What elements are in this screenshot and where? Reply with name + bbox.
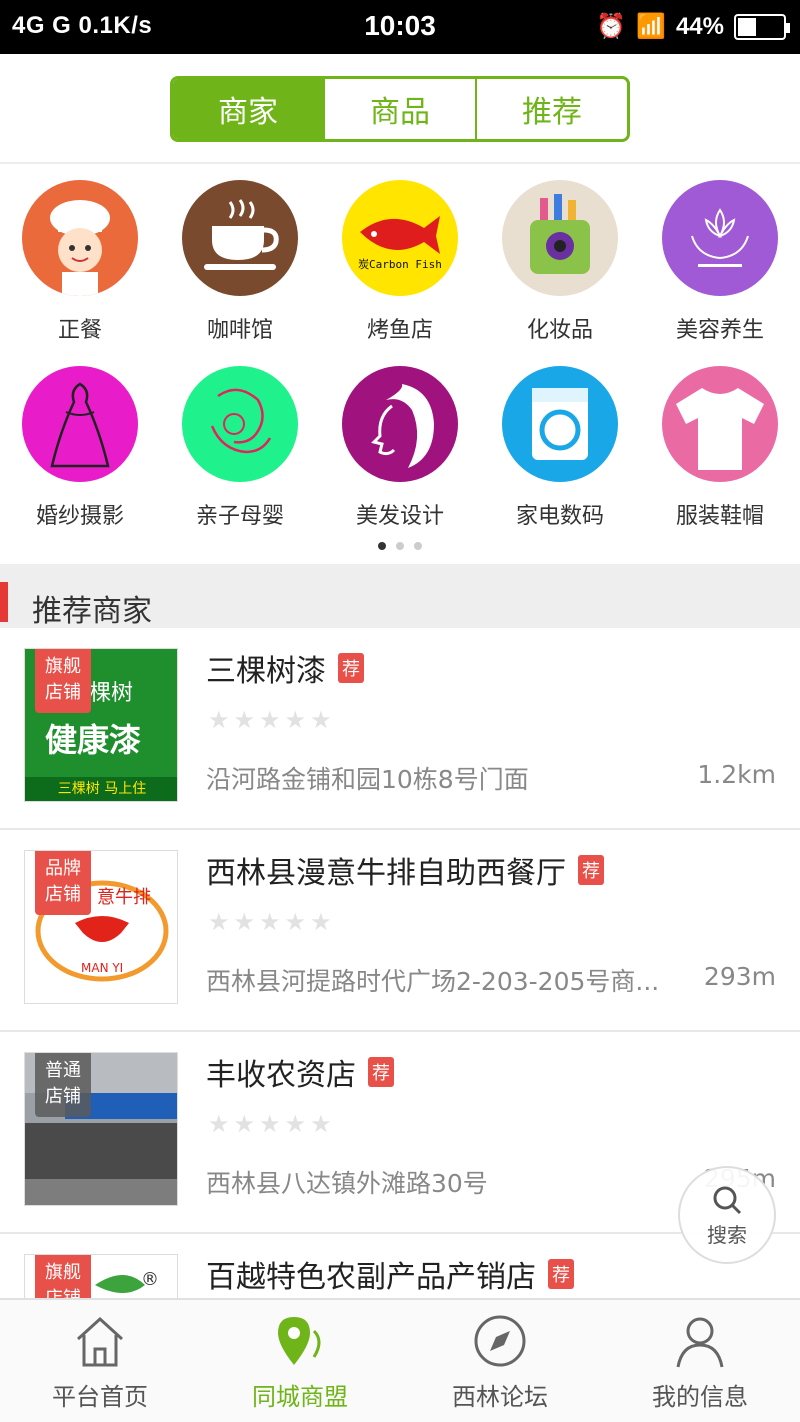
- shop-name: 西林县漫意牛排自助西餐厅 荐: [206, 848, 604, 892]
- shop-thumbnail: ® 旗舰店铺: [24, 1254, 178, 1298]
- shop-badge: 品牌 店铺: [35, 851, 91, 915]
- section-accent: [0, 582, 8, 622]
- category-label: 美发设计: [355, 504, 444, 529]
- cosmetics-bag-icon: [502, 180, 618, 296]
- nav-label: 西林论坛: [452, 1382, 548, 1411]
- category-label: 咖啡馆: [206, 318, 273, 343]
- shop-name: 百越特色农副产品产销店 荐: [206, 1252, 574, 1296]
- status-bar: 4G G 0.1K/s 10:03 ⏰ 📶 44%: [0, 0, 800, 54]
- alarm-icon: ⏰: [596, 13, 627, 40]
- section-title: 推荐商家: [32, 594, 152, 629]
- nav-label: 我的信息: [652, 1382, 748, 1411]
- coffee-cup-icon: [182, 180, 298, 296]
- category-label: 化妆品: [526, 318, 593, 343]
- shop-thumbnail: 普通 店铺: [24, 1052, 178, 1206]
- lotus-hands-icon: [662, 180, 778, 296]
- category-hair-design[interactable]: 美发设计: [320, 366, 480, 530]
- shop-address: 西林县八达镇外滩路30号: [206, 1169, 488, 1198]
- shop-address: 西林县河提路时代广场2-203-205号商...: [206, 967, 660, 996]
- shop-badge: 旗舰店铺: [35, 649, 91, 713]
- shop-thumbnail: 棵树 健康漆 三棵树 马上住 旗舰 店铺: [24, 648, 178, 802]
- search-label: 搜索: [707, 1222, 747, 1247]
- shop-address: 沿河路金铺和园10栋8号门面: [206, 765, 529, 794]
- category-grilled-fish[interactable]: 炭Carbon Fish 烤鱼店: [320, 180, 480, 344]
- nav-label: 同城商盟: [252, 1382, 348, 1411]
- search-icon: [713, 1186, 742, 1214]
- category-beauty[interactable]: 美容养生: [640, 180, 800, 344]
- page-dot[interactable]: [414, 542, 422, 550]
- home-icon: [76, 1316, 124, 1366]
- shop-badge: 旗舰店铺: [35, 1255, 91, 1298]
- fish-logo-icon: 炭Carbon Fish: [342, 180, 458, 296]
- washing-machine-icon: [502, 366, 618, 482]
- nav-forum[interactable]: 西林论坛: [400, 1300, 600, 1422]
- chef-icon: [22, 180, 138, 296]
- recommend-tag: 荐: [368, 1057, 394, 1087]
- nav-home[interactable]: 平台首页: [0, 1300, 200, 1422]
- bottom-nav: 平台首页 同城商盟 西林论坛 我的信息: [0, 1298, 800, 1422]
- shop-list-item[interactable]: ® 旗舰店铺 百越特色农副产品产销店 荐: [0, 1234, 800, 1298]
- category-cosmetics[interactable]: 化妆品: [480, 180, 640, 344]
- rating-stars: ★★★★★: [208, 908, 336, 936]
- shop-badge: 普通 店铺: [35, 1053, 91, 1117]
- shop-name: 丰收农资店 荐: [206, 1050, 394, 1094]
- category-appliances[interactable]: 家电数码: [480, 366, 640, 530]
- category-label: 美容养生: [675, 318, 764, 343]
- shop-distance: 1.2km: [697, 760, 776, 789]
- rating-stars: ★★★★★: [208, 1110, 336, 1138]
- category-dining[interactable]: 正餐: [0, 180, 160, 344]
- wedding-couple-icon: [22, 366, 138, 482]
- shop-name: 三棵树漆 荐: [206, 646, 364, 690]
- category-label: 婚纱摄影: [35, 504, 124, 529]
- section-header: 推荐商家: [0, 564, 800, 629]
- divider: [0, 162, 800, 164]
- search-button[interactable]: 搜索: [678, 1166, 776, 1264]
- tab-recommend[interactable]: 推荐: [477, 79, 627, 139]
- category-wedding-photo[interactable]: 婚纱摄影: [0, 366, 160, 530]
- shop-list-item[interactable]: 意牛排 MAN YI 品牌 店铺 西林县漫意牛排自助西餐厅 荐 ★★★★★ 西林县…: [0, 830, 800, 1032]
- category-apparel[interactable]: 服装鞋帽: [640, 366, 800, 530]
- svg-text:炭Carbon Fish: 炭Carbon Fish: [358, 258, 442, 271]
- nav-label: 平台首页: [52, 1382, 148, 1411]
- category-label: 正餐: [57, 318, 102, 343]
- mother-baby-icon: [182, 366, 298, 482]
- category-label: 家电数码: [515, 504, 604, 529]
- page-indicator: [0, 542, 800, 550]
- rating-stars: ★★★★★: [208, 706, 336, 734]
- recommend-tag: 荐: [548, 1259, 574, 1289]
- shop-list-item[interactable]: 棵树 健康漆 三棵树 马上住 旗舰 店铺 三棵树漆 荐 ★★★★★ 沿河路金铺和园…: [0, 628, 800, 830]
- location-pin-icon: [278, 1316, 321, 1365]
- page-dot-active[interactable]: [378, 542, 386, 550]
- nav-city-alliance[interactable]: 同城商盟: [200, 1300, 400, 1422]
- page-dot[interactable]: [396, 542, 404, 550]
- category-cafe[interactable]: 咖啡馆: [160, 180, 320, 344]
- tab-merchants[interactable]: 商家: [173, 79, 325, 139]
- tshirt-icon: [662, 366, 778, 482]
- recommend-tag: 荐: [578, 855, 604, 885]
- top-tab-group: 商家 商品 推荐: [170, 76, 630, 142]
- compass-icon: [474, 1315, 526, 1366]
- battery-icon: [734, 13, 790, 40]
- hair-woman-icon: [342, 366, 458, 482]
- shop-thumbnail: 意牛排 MAN YI 品牌 店铺: [24, 850, 178, 1004]
- tab-products[interactable]: 商品: [325, 79, 477, 139]
- category-label: 亲子母婴: [195, 504, 284, 529]
- recommend-tag: 荐: [338, 653, 364, 683]
- nav-profile[interactable]: 我的信息: [600, 1300, 800, 1422]
- shop-distance: 293m: [703, 962, 776, 991]
- category-label: 烤鱼店: [366, 318, 433, 343]
- category-mother-baby[interactable]: 亲子母婴: [160, 366, 320, 530]
- battery-percent: 44%: [675, 12, 724, 40]
- user-icon: [676, 1317, 724, 1367]
- status-right-group: ⏰ 📶 44%: [596, 12, 790, 41]
- wifi-icon: 📶: [636, 13, 666, 40]
- category-label: 服装鞋帽: [675, 504, 764, 529]
